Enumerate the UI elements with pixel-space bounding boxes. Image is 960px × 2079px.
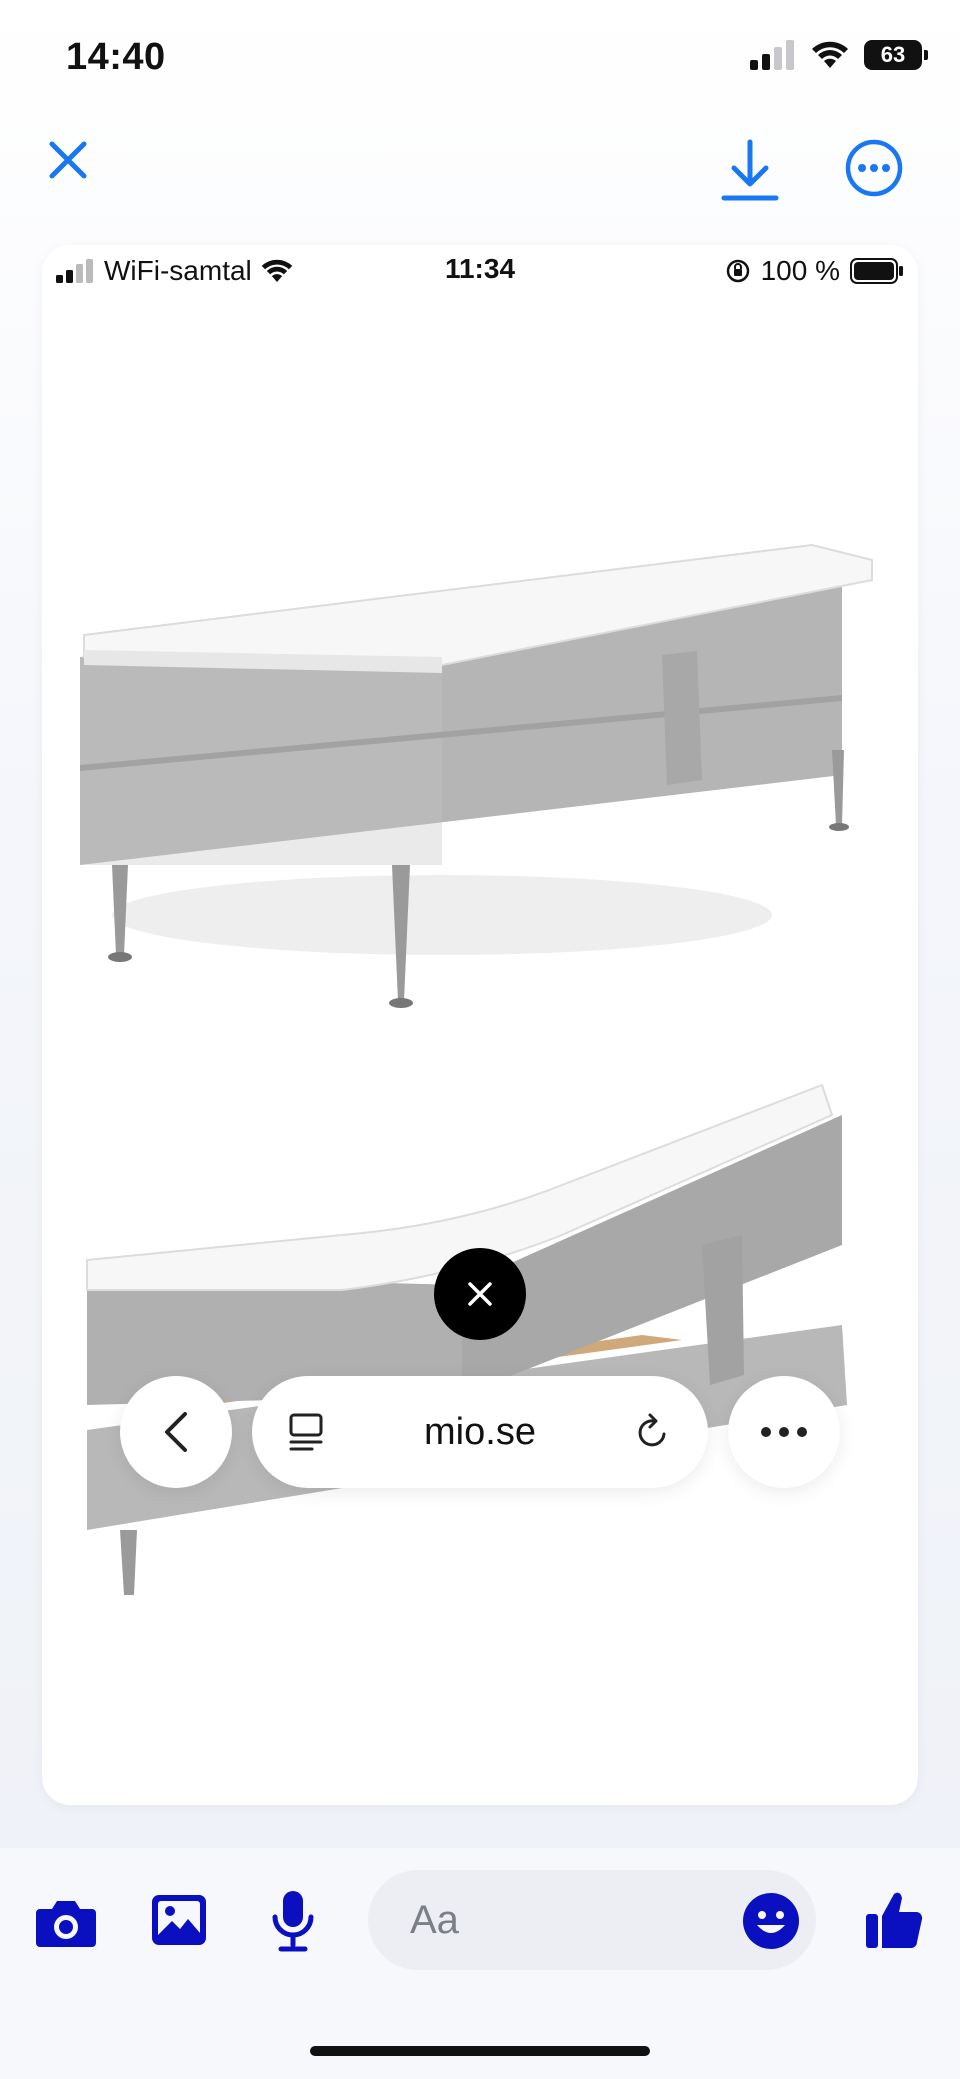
- url-text[interactable]: mio.se: [424, 1411, 536, 1454]
- emoji-button[interactable]: [740, 1890, 802, 1952]
- screenshot-status-right: 100 %: [725, 255, 904, 287]
- battery-icon: [850, 258, 903, 284]
- screenshot-battery-text: 100 %: [760, 255, 840, 286]
- battery-indicator: 63: [864, 40, 928, 70]
- more-options-button[interactable]: [842, 136, 906, 200]
- download-icon: [721, 139, 779, 201]
- close-button[interactable]: [40, 132, 96, 188]
- thumbs-up-icon: [866, 1892, 923, 1948]
- emoji-icon: [743, 1893, 799, 1949]
- bed-adjustable-image: [86, 1083, 847, 1595]
- message-input-placeholder: Aa: [410, 1897, 459, 1942]
- camera-icon: [36, 1901, 96, 1947]
- gallery-button[interactable]: [148, 1890, 210, 1950]
- ellipsis-icon: [761, 1427, 807, 1437]
- cellular-signal-icon: [750, 40, 794, 70]
- browser-url-bar[interactable]: mio.se: [252, 1376, 708, 1488]
- status-indicators: 63: [750, 40, 928, 70]
- screenshot-status-bar: WiFi-samtal 11:34 100 %: [56, 245, 904, 295]
- bed-flat-image: [80, 543, 873, 1008]
- wifi-icon: [812, 41, 848, 68]
- reload-icon[interactable]: [634, 1412, 672, 1452]
- close-image-button[interactable]: [434, 1248, 526, 1340]
- close-icon: [49, 141, 87, 179]
- more-icon: [845, 139, 903, 197]
- download-button[interactable]: [718, 136, 782, 204]
- reader-mode-icon[interactable]: [288, 1412, 326, 1452]
- microphone-icon: [272, 1891, 314, 1952]
- photo-icon: [152, 1895, 206, 1945]
- home-indicator: [310, 2046, 650, 2056]
- like-button[interactable]: [862, 1886, 926, 1952]
- status-time: 14:40: [66, 36, 166, 78]
- close-icon: [468, 1282, 492, 1306]
- orientation-lock-icon: [726, 259, 749, 283]
- chevron-left-icon: [165, 1412, 187, 1452]
- browser-more-button[interactable]: [728, 1376, 840, 1488]
- browser-back-button[interactable]: [120, 1376, 232, 1488]
- shared-screenshot[interactable]: WiFi-samtal 11:34 100 % mio.se: [42, 245, 918, 1805]
- voice-message-button[interactable]: [266, 1888, 320, 1954]
- battery-level: 63: [880, 42, 906, 67]
- camera-button[interactable]: [32, 1890, 100, 1954]
